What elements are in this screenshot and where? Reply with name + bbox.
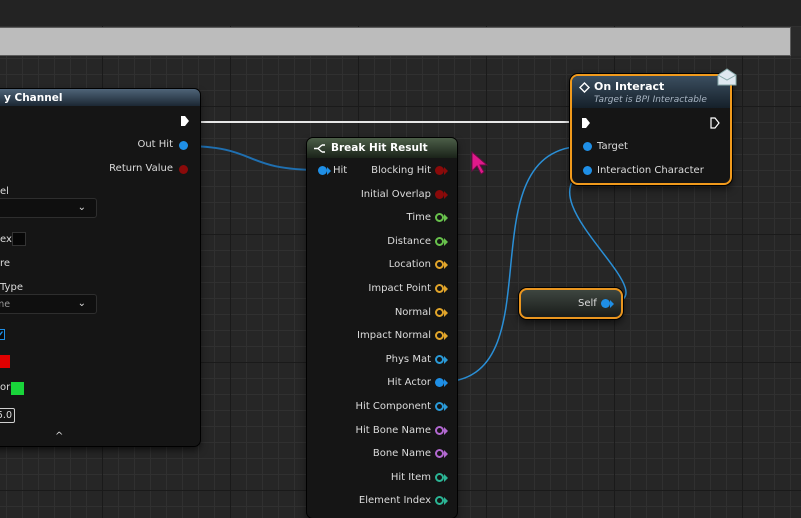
trace-hit-color-swatch[interactable] <box>11 382 24 395</box>
element-index-output-pin[interactable] <box>435 496 444 506</box>
out-hit-label: Out Hit <box>137 139 173 150</box>
hit-actor-output-pin[interactable] <box>435 378 444 388</box>
pin-arrow-icon <box>610 300 614 308</box>
interact-node-subtitle: Target is BPI Interactable <box>594 95 707 105</box>
exec-out-icon[interactable] <box>180 115 190 127</box>
break-hit-result-node[interactable]: Break Hit Result Hit Blocking Hit Initial… <box>307 138 457 518</box>
phys-mat-output-label: Phys Mat <box>385 353 431 365</box>
ignore-self-checkbox[interactable] <box>0 329 5 340</box>
distance-output-pin[interactable] <box>435 236 444 246</box>
impact-point-output-pin[interactable] <box>435 284 444 293</box>
target-label: Target <box>597 141 628 152</box>
self-output-pin[interactable] <box>601 299 610 308</box>
editor-top-strip <box>0 0 801 26</box>
interact-node-header: On Interact Target is BPI Interactable <box>572 76 730 108</box>
chevron-down-icon: ⌄ <box>77 298 86 309</box>
pin-arrow-icon <box>444 497 448 506</box>
break-struct-icon <box>314 143 325 153</box>
interaction-character-pin[interactable] <box>583 166 592 175</box>
distance-output-label: Distance <box>387 235 431 247</box>
pin-arrow-icon <box>444 403 448 411</box>
self-wire <box>569 169 627 304</box>
comment-box-edge <box>791 27 801 56</box>
hit-bone-name-output-pin[interactable] <box>435 425 444 435</box>
pin-arrow-icon <box>444 285 448 293</box>
exec-in-icon[interactable] <box>581 117 591 129</box>
bone-name-output-label: Bone Name <box>372 448 431 460</box>
mouse-cursor-icon <box>471 151 489 175</box>
hit-actor-output-label: Hit Actor <box>387 377 431 389</box>
return-value-pin[interactable] <box>179 165 188 174</box>
impact-normal-output-pin[interactable] <box>435 331 444 341</box>
pin-arrow-icon <box>444 332 448 341</box>
pin-arrow-icon <box>444 308 448 317</box>
element-index-output-label: Element Index <box>358 495 431 507</box>
self-label: Self <box>578 298 597 309</box>
trace-node-title: y Channel <box>0 89 200 106</box>
pin-arrow-icon <box>444 237 448 246</box>
draw-debug-type-dropdown[interactable]: me ⌄ <box>0 294 97 314</box>
line-trace-by-channel-node[interactable]: y Channel Out Hit Return Value el ⌄ ex r… <box>0 89 200 446</box>
pin-arrow-icon <box>444 190 448 199</box>
self-node[interactable]: Self <box>519 288 623 319</box>
trace-complex-label: re <box>0 258 11 269</box>
exec-out-icon[interactable] <box>710 117 720 129</box>
hit-component-output-label: Hit Component <box>355 401 431 412</box>
pin-arrow-icon <box>444 167 448 175</box>
blocking-hit-output-pin[interactable] <box>435 166 444 175</box>
pin-arrow-icon <box>444 379 448 388</box>
draw-debug-type-label: Type <box>0 282 23 293</box>
location-output-pin[interactable] <box>435 260 444 270</box>
out-hit-wire <box>182 145 321 171</box>
index-label: ex <box>0 234 12 245</box>
interact-node-title: On Interact <box>594 80 665 93</box>
on-interact-node[interactable]: On Interact Target is BPI Interactable T… <box>570 68 737 185</box>
normal-output-label: Normal <box>394 306 431 318</box>
out-hit-pin[interactable] <box>179 141 188 150</box>
trace-hit-color-label: or <box>0 382 11 393</box>
break-node-header: Break Hit Result <box>307 138 457 158</box>
pin-arrow-icon <box>444 214 448 223</box>
draw-debug-type-value: me <box>0 298 11 310</box>
initial-overlap-output-pin[interactable] <box>435 189 444 199</box>
pin-arrow-icon <box>444 426 448 435</box>
pin-arrow-icon <box>327 167 331 175</box>
pin-arrow-icon <box>444 355 448 364</box>
hit-actor-wire <box>440 145 587 383</box>
time-output-label: Time <box>406 212 431 224</box>
hit-input-pin[interactable] <box>318 166 327 175</box>
normal-output-pin[interactable] <box>435 307 444 317</box>
pin-arrow-icon <box>444 450 448 459</box>
collapse-advanced-icon[interactable]: ^ <box>55 431 63 442</box>
message-envelope-icon <box>717 68 737 86</box>
bone-name-output-pin[interactable] <box>435 449 444 459</box>
initial-overlap-output-label: Initial Overlap <box>360 188 431 200</box>
hit-component-output-pin[interactable] <box>435 402 444 411</box>
trace-channel-label: el <box>0 186 9 197</box>
draw-time-field[interactable]: 5.0 <box>0 408 15 423</box>
impact-normal-output-label: Impact Normal <box>357 330 431 342</box>
comment-box-header[interactable] <box>0 27 791 56</box>
trace-channel-dropdown[interactable]: ⌄ <box>0 198 97 218</box>
interaction-character-label: Interaction Character <box>597 165 704 176</box>
pin-arrow-icon <box>444 473 448 482</box>
pin-arrow-icon <box>444 261 448 270</box>
impact-point-output-label: Impact Point <box>368 283 431 294</box>
location-output-label: Location <box>388 259 431 271</box>
return-value-label: Return Value <box>109 163 173 174</box>
target-pin[interactable] <box>583 142 592 151</box>
index-swatch[interactable] <box>12 232 26 246</box>
time-output-pin[interactable] <box>435 213 444 223</box>
hit-item-output-label: Hit Item <box>390 471 431 483</box>
hit-bone-name-output-label: Hit Bone Name <box>355 424 431 436</box>
chevron-down-icon: ⌄ <box>77 202 86 213</box>
blocking-hit-output-label: Blocking Hit <box>371 165 431 176</box>
trace-color-swatch[interactable] <box>0 355 10 368</box>
checkmark-icon <box>0 331 4 336</box>
hit-item-output-pin[interactable] <box>435 472 444 482</box>
hit-input-label: Hit <box>333 165 348 176</box>
break-node-title: Break Hit Result <box>331 142 428 154</box>
phys-mat-output-pin[interactable] <box>435 354 444 364</box>
function-diamond-icon <box>579 82 590 93</box>
